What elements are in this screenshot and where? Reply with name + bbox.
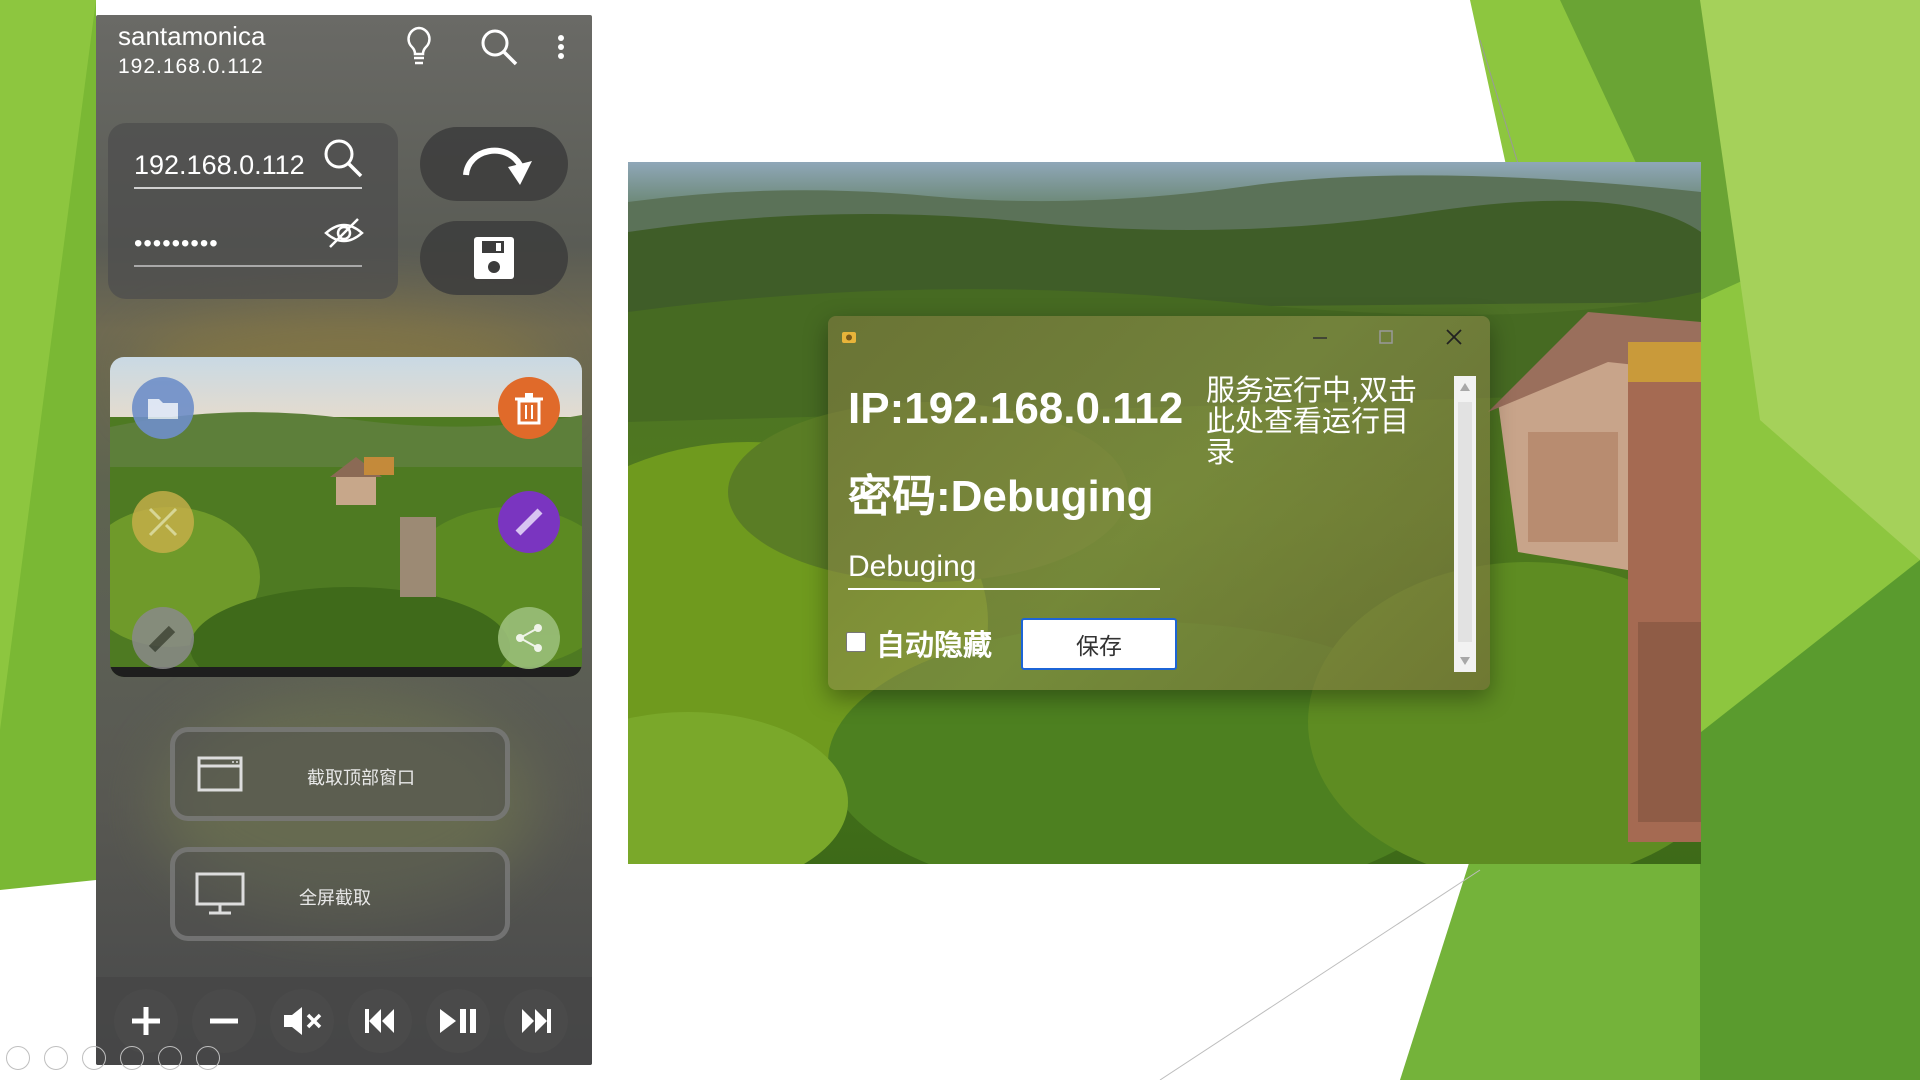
fullscreen-capture-label: 全屏截取 — [299, 888, 371, 908]
pencil-icon[interactable] — [498, 491, 560, 553]
folder-icon[interactable] — [132, 377, 194, 439]
search-ip-icon[interactable] — [322, 137, 364, 184]
service-status-text[interactable]: 服务运行中,双击此处查看运行目录 — [1206, 376, 1432, 469]
maximize-icon[interactable] — [1370, 324, 1402, 350]
app-icon — [840, 328, 858, 351]
auto-hide-label: 自动隐藏 — [876, 630, 993, 662]
slide-previous-icon[interactable] — [6, 1046, 30, 1070]
phone-app-panel: santamonica 192.168.0.112 192.168.0.112 … — [96, 15, 592, 1065]
capture-top-window-label: 截取顶部窗口 — [307, 768, 415, 788]
device-ip: 192.168.0.112 — [118, 55, 264, 78]
close-icon[interactable] — [1438, 324, 1470, 350]
previous-track-icon[interactable] — [348, 989, 412, 1053]
save-button[interactable]: 保存 — [1021, 618, 1177, 670]
scroll-up-icon[interactable] — [1459, 382, 1471, 392]
search-icon[interactable] — [479, 27, 519, 72]
ip-input-underline — [134, 187, 362, 189]
redo-arrow-icon — [463, 147, 532, 185]
slide-zoom-icon[interactable] — [158, 1046, 182, 1070]
slide-pen-icon[interactable] — [82, 1046, 106, 1070]
flashlight-icon[interactable] — [132, 607, 194, 669]
floppy-disk-icon — [474, 237, 514, 279]
minimize-icon[interactable] — [1304, 324, 1336, 350]
share-icon[interactable] — [498, 607, 560, 669]
slide-grid-icon[interactable] — [120, 1046, 144, 1070]
ip-address-input[interactable]: 192.168.0.112 — [134, 150, 305, 181]
eye-off-icon[interactable] — [324, 215, 364, 256]
connect-button[interactable] — [420, 127, 568, 201]
trash-icon[interactable] — [498, 377, 560, 439]
auto-hide-checkbox[interactable] — [846, 632, 866, 652]
slide-next-icon[interactable] — [44, 1046, 68, 1070]
password-display: 密码:Debuging — [848, 472, 1154, 521]
slide-more-icon[interactable] — [196, 1046, 220, 1070]
status-scrollbar[interactable] — [1454, 376, 1476, 672]
capture-top-window-button[interactable]: 截取顶部窗口 — [170, 727, 510, 821]
save-settings-button[interactable] — [420, 221, 568, 295]
window-icon — [197, 756, 243, 792]
password-input[interactable]: ••••••••• — [134, 230, 219, 258]
play-pause-icon[interactable] — [426, 989, 490, 1053]
next-track-icon[interactable] — [504, 989, 568, 1053]
lightbulb-icon[interactable] — [404, 25, 434, 74]
monitor-icon — [195, 872, 245, 915]
more-vertical-icon[interactable] — [556, 33, 566, 68]
scroll-down-icon[interactable] — [1459, 656, 1471, 666]
fullscreen-capture-button[interactable]: 全屏截取 — [170, 847, 510, 941]
collapse-icon[interactable] — [132, 491, 194, 553]
ip-display: IP:192.168.0.112 — [848, 384, 1184, 433]
minus-icon[interactable] — [192, 989, 256, 1053]
server-dialog: IP:192.168.0.112 密码:Debuging 自动隐藏 保存 服务运… — [828, 316, 1490, 690]
password-field[interactable] — [848, 546, 1160, 590]
screen-preview-image[interactable] — [110, 357, 582, 677]
mute-icon[interactable] — [270, 989, 334, 1053]
device-name: santamonica — [118, 21, 266, 51]
scrollbar-thumb[interactable] — [1458, 402, 1472, 642]
plus-icon[interactable] — [114, 989, 178, 1053]
password-input-underline — [134, 265, 362, 267]
